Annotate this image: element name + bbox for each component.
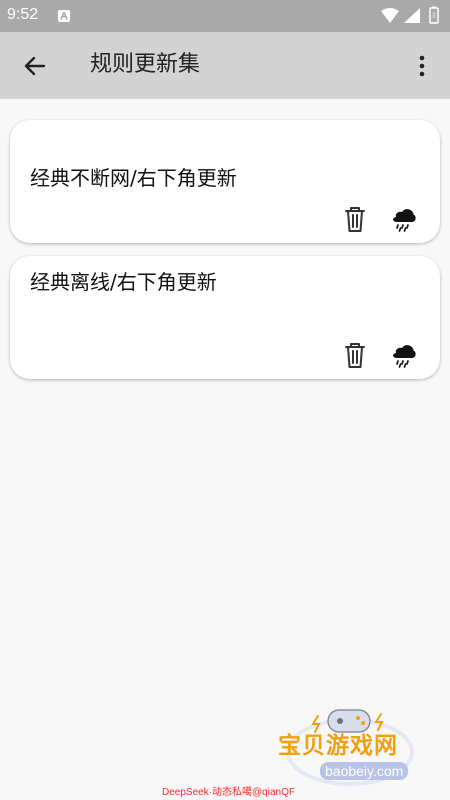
wifi-icon bbox=[381, 8, 399, 23]
page-title: 规则更新集 bbox=[90, 52, 201, 77]
status-bar: 9:52 bbox=[0, 0, 450, 32]
rule-set-card[interactable]: 经典不断网/右下角更新 bbox=[10, 120, 440, 243]
app-bar: 规则更新集 bbox=[0, 32, 450, 99]
notification-app-icon bbox=[58, 10, 70, 22]
arrow-left-icon[interactable] bbox=[22, 53, 48, 79]
rule-set-card[interactable]: 经典离线/右下角更新 bbox=[10, 256, 440, 379]
footer-credit: DeepSeek·动态私噶@qianQF bbox=[162, 787, 295, 798]
thunderstorm-cloud-icon[interactable] bbox=[390, 205, 418, 233]
thunderstorm-cloud-icon[interactable] bbox=[390, 341, 418, 369]
battery-icon bbox=[429, 6, 439, 24]
status-system-icons bbox=[381, 6, 439, 24]
status-time: 9:52 bbox=[7, 6, 39, 23]
more-vertical-icon[interactable] bbox=[416, 54, 428, 78]
rule-set-title: 经典不断网/右下角更新 bbox=[30, 166, 237, 190]
signal-icon bbox=[404, 8, 420, 23]
trash-icon[interactable] bbox=[343, 205, 367, 233]
trash-icon[interactable] bbox=[343, 341, 367, 369]
watermark-site-name: 宝贝游戏网 bbox=[278, 733, 398, 759]
screen: 9:52 规则更新集 经典不断网/右下角更新 经典离线/右下角更新 宝贝游戏网 … bbox=[0, 0, 450, 800]
rule-set-title: 经典离线/右下角更新 bbox=[30, 270, 217, 294]
watermark: 宝贝游戏网 baobeiy.com bbox=[270, 704, 430, 786]
watermark-domain: baobeiy.com bbox=[320, 762, 409, 780]
